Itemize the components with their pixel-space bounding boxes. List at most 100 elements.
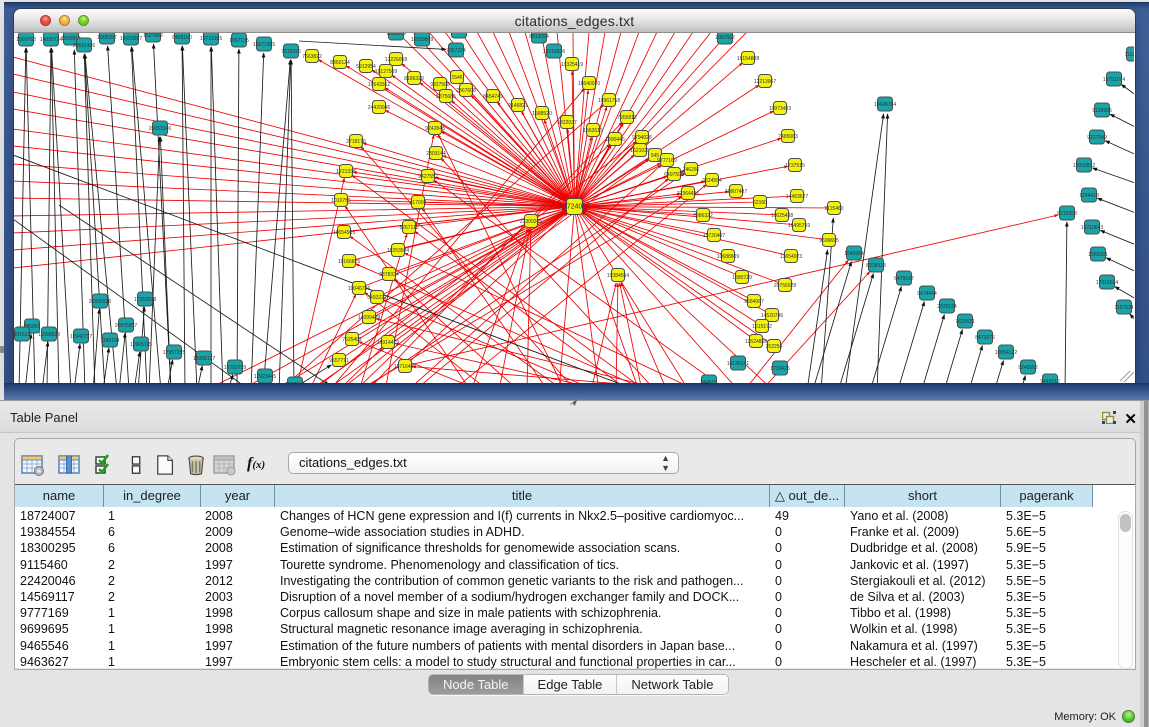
svg-text:62160: 62160 xyxy=(753,200,767,206)
svg-text:3624554: 3624554 xyxy=(702,178,722,184)
svg-text:9115460: 9115460 xyxy=(824,206,843,212)
svg-text:8938923: 8938923 xyxy=(866,263,886,269)
svg-text:2367608: 2367608 xyxy=(456,88,476,94)
svg-text:15751074: 15751074 xyxy=(1103,77,1125,83)
svg-text:19654985: 19654985 xyxy=(333,230,355,236)
svg-text:8813054: 8813054 xyxy=(529,34,549,40)
svg-text:1640954: 1640954 xyxy=(844,251,864,257)
svg-text:1010755: 1010755 xyxy=(331,198,351,204)
svg-text:1588520: 1588520 xyxy=(532,111,552,117)
svg-text:10958127: 10958127 xyxy=(193,356,215,362)
svg-text:6479197: 6479197 xyxy=(894,276,914,282)
svg-text:15720407: 15720407 xyxy=(703,233,725,239)
svg-text:1562615: 1562615 xyxy=(583,128,603,134)
svg-text:10654122: 10654122 xyxy=(995,350,1017,356)
svg-text:9657771: 9657771 xyxy=(329,358,349,364)
svg-text:16210643: 16210643 xyxy=(1081,225,1103,231)
svg-text:17957255: 17957255 xyxy=(163,350,185,356)
svg-text:10543362: 10543362 xyxy=(368,82,390,88)
svg-text:8471676: 8471676 xyxy=(975,335,995,341)
svg-text:9227349: 9227349 xyxy=(1087,135,1107,141)
svg-text:1221338: 1221338 xyxy=(336,169,356,175)
svg-text:2087662: 2087662 xyxy=(715,35,735,41)
svg-text:17016504: 17016504 xyxy=(1096,280,1118,286)
svg-text:7663822: 7663822 xyxy=(302,54,322,60)
svg-text:7357224: 7357224 xyxy=(446,48,466,54)
svg-text:16648784: 16648784 xyxy=(874,102,896,108)
svg-text:9245652: 9245652 xyxy=(1018,365,1038,371)
svg-text:16495759: 16495759 xyxy=(788,223,810,229)
svg-text:417004: 417004 xyxy=(410,200,427,206)
svg-text:17359938: 17359938 xyxy=(134,297,156,303)
svg-text:252254: 252254 xyxy=(766,344,783,350)
svg-text:5912954: 5912954 xyxy=(356,64,376,70)
svg-text:10807487: 10807487 xyxy=(725,189,747,195)
svg-text:10653287: 10653287 xyxy=(120,36,142,42)
svg-text:1067135: 1067135 xyxy=(229,38,249,44)
svg-text:12213967: 12213967 xyxy=(754,79,776,85)
svg-text:9699695: 9699695 xyxy=(819,238,839,244)
svg-text:1112843: 1112843 xyxy=(1125,52,1134,58)
svg-text:9129996: 9129996 xyxy=(1092,108,1112,114)
svg-text:1244413: 1244413 xyxy=(1079,193,1099,199)
svg-text:14463627: 14463627 xyxy=(786,194,808,200)
svg-text:20975857: 20975857 xyxy=(115,323,137,329)
svg-text:5875685: 5875685 xyxy=(436,94,456,100)
svg-text:14136141: 14136141 xyxy=(727,361,749,367)
svg-text:24420046: 24420046 xyxy=(368,105,390,111)
svg-text:12093832: 12093832 xyxy=(1073,163,1095,169)
svg-text:2718176: 2718176 xyxy=(346,139,366,145)
svg-text:20756928: 20756928 xyxy=(774,283,796,289)
svg-text:1615172: 1615172 xyxy=(752,324,772,330)
svg-text:7986322: 7986322 xyxy=(693,213,713,219)
svg-text:21364436: 21364436 xyxy=(677,191,699,197)
svg-text:9684067: 9684067 xyxy=(744,299,764,305)
svg-text:12923445: 12923445 xyxy=(254,374,276,380)
svg-text:9146821: 9146821 xyxy=(508,103,528,109)
svg-text:1733426: 1733426 xyxy=(770,366,790,372)
svg-text:1167534: 1167534 xyxy=(1114,305,1133,311)
svg-text:1990446: 1990446 xyxy=(605,137,625,143)
svg-text:1546: 1546 xyxy=(451,75,462,81)
svg-text:11568629: 11568629 xyxy=(38,332,60,338)
svg-text:9427552: 9427552 xyxy=(418,174,438,180)
svg-text:6466160: 6466160 xyxy=(172,35,192,41)
svg-text:14055724: 14055724 xyxy=(40,37,62,43)
svg-text:7632621: 7632621 xyxy=(955,319,975,325)
svg-text:9474444: 9474444 xyxy=(917,291,937,297)
svg-text:10025438: 10025438 xyxy=(771,213,793,219)
svg-text:9242848: 9242848 xyxy=(425,126,445,132)
svg-text:12942737: 12942737 xyxy=(70,334,92,340)
svg-text:9794028: 9794028 xyxy=(632,135,652,141)
svg-text:8860124: 8860124 xyxy=(330,60,350,66)
svg-text:5493222: 5493222 xyxy=(367,295,387,301)
svg-text:19384554: 19384554 xyxy=(607,273,629,279)
svg-text:1960763: 1960763 xyxy=(16,37,36,43)
svg-text:14099489: 14099489 xyxy=(358,315,380,321)
svg-text:13654923: 13654923 xyxy=(780,254,802,260)
svg-text:23300265: 23300265 xyxy=(520,219,542,225)
svg-text:16782759: 16782759 xyxy=(224,365,246,371)
svg-text:10046786: 10046786 xyxy=(348,286,370,292)
svg-text:10973493: 10973493 xyxy=(769,106,791,112)
svg-text:1369291: 1369291 xyxy=(1088,252,1108,258)
svg-text:1145194: 1145194 xyxy=(100,338,119,344)
svg-text:7955812: 7955812 xyxy=(617,115,637,121)
svg-text:7625402: 7625402 xyxy=(342,337,362,343)
svg-text:2935134: 2935134 xyxy=(937,304,957,310)
svg-text:18127509: 18127509 xyxy=(375,69,397,75)
svg-text:746266: 746266 xyxy=(683,167,700,173)
svg-text:16154808: 16154808 xyxy=(737,56,759,62)
svg-text:6497508: 6497508 xyxy=(664,172,684,178)
svg-text:7485063: 7485063 xyxy=(778,134,798,140)
svg-text:20206536: 20206536 xyxy=(89,299,111,305)
svg-text:16033809: 16033809 xyxy=(411,37,433,43)
svg-text:16671355: 16671355 xyxy=(253,42,275,48)
svg-text:8454749: 8454749 xyxy=(483,94,503,100)
svg-text:2803144: 2803144 xyxy=(426,151,446,157)
svg-text:9327508: 9327508 xyxy=(430,82,450,88)
svg-text:15353594: 15353594 xyxy=(387,248,409,254)
svg-text:1527602: 1527602 xyxy=(143,33,163,39)
svg-text:7515526: 7515526 xyxy=(281,49,301,55)
svg-text:19166825: 19166825 xyxy=(338,259,360,265)
